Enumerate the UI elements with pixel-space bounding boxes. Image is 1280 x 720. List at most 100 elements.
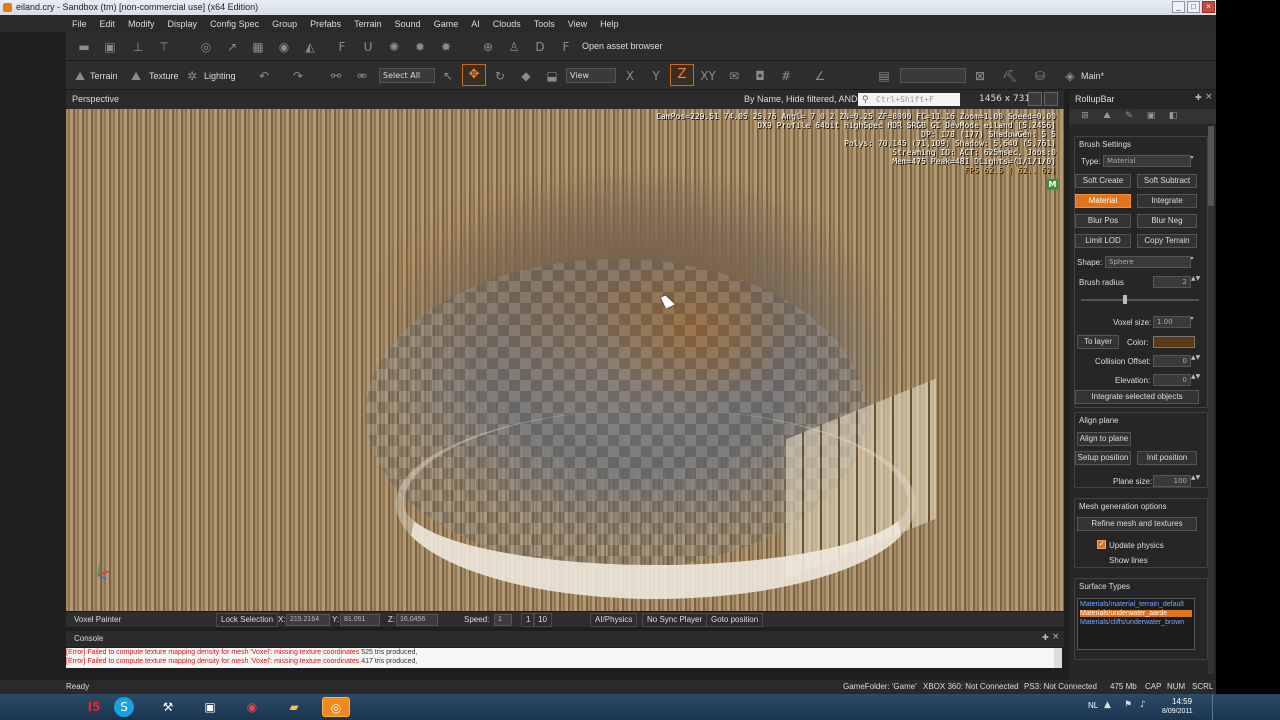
- type-select[interactable]: Material: [1103, 155, 1191, 167]
- console-pin-icon[interactable]: ✚: [1042, 633, 1049, 642]
- angle-icon[interactable]: ∠: [812, 69, 828, 83]
- menu-prefabs[interactable]: Prefabs: [310, 19, 341, 29]
- menu-ai[interactable]: AI: [471, 19, 480, 29]
- ai-physics-button[interactable]: AI/Physics: [590, 613, 638, 627]
- viewport-3d[interactable]: CamPos=229.51 74.05 25.76 Angl= 7 0 2 ZN…: [66, 109, 1064, 611]
- open-icon[interactable]: ▬: [76, 40, 92, 54]
- menu-tools[interactable]: Tools: [534, 19, 555, 29]
- grid-toggle-icon[interactable]: #: [778, 69, 794, 83]
- facial-editor-icon[interactable]: F: [558, 40, 574, 54]
- angle-snap-icon[interactable]: ◉: [276, 40, 292, 54]
- integrate-selected-objects-button[interactable]: Integrate selected objects: [1075, 390, 1199, 404]
- network-icon[interactable]: ⚑: [1124, 700, 1132, 710]
- minimize-button[interactable]: _: [1172, 1, 1185, 13]
- flowgraph-icon[interactable]: F: [334, 40, 350, 54]
- build-icon[interactable]: ⛏: [1002, 69, 1018, 83]
- blur-pos-button[interactable]: Blur Pos: [1075, 214, 1131, 228]
- y-coord-field[interactable]: 81.051: [340, 614, 380, 626]
- speed-field[interactable]: 1: [494, 614, 512, 626]
- shape-select[interactable]: Sphere: [1105, 256, 1191, 268]
- menu-display[interactable]: Display: [168, 19, 198, 29]
- console-scrollbar[interactable]: [1054, 648, 1062, 668]
- integrate-button[interactable]: Integrate: [1137, 194, 1197, 208]
- voxel-size-field[interactable]: 1.00: [1153, 316, 1191, 328]
- character-editor-icon[interactable]: ♙: [506, 40, 522, 54]
- menu-sound[interactable]: Sound: [395, 19, 421, 29]
- menu-config-spec[interactable]: Config Spec: [210, 19, 259, 29]
- menu-game[interactable]: Game: [434, 19, 459, 29]
- rollup-scrollbar[interactable]: [1208, 126, 1214, 674]
- chrome-icon[interactable]: ◉: [238, 697, 266, 717]
- menu-help[interactable]: Help: [600, 19, 619, 29]
- sandbox-app-icon[interactable]: ◎: [322, 697, 350, 717]
- menu-group[interactable]: Group: [272, 19, 297, 29]
- surface-types-list[interactable]: Materials/material_terrain_default Mater…: [1077, 598, 1195, 650]
- elevation-spinner-icon[interactable]: ▲▼: [1191, 374, 1200, 386]
- brush-radius-field[interactable]: 2: [1153, 276, 1191, 288]
- axis-x-icon[interactable]: X: [622, 69, 638, 83]
- brush-radius-slider-handle[interactable]: [1123, 295, 1127, 304]
- menu-terrain[interactable]: Terrain: [354, 19, 382, 29]
- select-icon[interactable]: ↖: [440, 69, 456, 83]
- language-indicator[interactable]: NL: [1088, 701, 1098, 710]
- init-position-button[interactable]: Init position: [1137, 451, 1197, 465]
- axis-z-icon[interactable]: Z: [670, 64, 694, 86]
- fullscreen-icon[interactable]: [1028, 92, 1042, 106]
- terrain-button[interactable]: Terrain: [90, 71, 118, 81]
- skype-icon[interactable]: S: [114, 697, 134, 717]
- to-layer-button[interactable]: To layer: [1077, 335, 1119, 349]
- material-button[interactable]: Material: [1075, 194, 1131, 208]
- particles-icon[interactable]: ✺: [386, 40, 402, 54]
- link-icon[interactable]: ⊥: [130, 40, 146, 54]
- collision-offset-field[interactable]: 0: [1153, 355, 1191, 367]
- no-sync-player-button[interactable]: No Sync Player: [642, 613, 708, 627]
- viewport-search-input[interactable]: ⚲ Ctrl+Shift+F: [858, 93, 960, 106]
- open-asset-browser-button[interactable]: Open asset browser: [582, 41, 663, 51]
- z-coord-field[interactable]: 16.0456: [396, 614, 438, 626]
- menu-edit[interactable]: Edit: [100, 19, 116, 29]
- brush-radius-slider[interactable]: [1081, 295, 1199, 304]
- explorer-icon[interactable]: ▰: [280, 697, 308, 717]
- texture-button[interactable]: Texture: [149, 71, 179, 81]
- lens-flare-icon[interactable]: ✸: [438, 40, 454, 54]
- rotate-icon[interactable]: ↻: [492, 69, 508, 83]
- undo-icon[interactable]: ↶: [256, 69, 272, 83]
- show-desktop-button[interactable]: [1212, 694, 1224, 720]
- unlink-icon[interactable]: ⊤: [156, 40, 172, 54]
- console-close-icon[interactable]: ×: [1052, 632, 1060, 642]
- color-swatch[interactable]: [1153, 336, 1195, 348]
- axis-xy-icon[interactable]: XY: [700, 69, 716, 83]
- move-icon[interactable]: ✥: [462, 64, 486, 86]
- menu-view[interactable]: View: [568, 19, 587, 29]
- tray-arrow-icon[interactable]: ▲: [1104, 700, 1111, 710]
- menu-clouds[interactable]: Clouds: [493, 19, 521, 29]
- scale-icon[interactable]: ◆: [518, 69, 534, 83]
- brush-radius-spinner-icon[interactable]: ▲▼: [1191, 276, 1200, 288]
- surface-type-item-selected[interactable]: Materials/underwater_aarde: [1080, 610, 1192, 617]
- start-logo-icon[interactable]: I5: [80, 697, 108, 717]
- axis-y-icon[interactable]: Y: [648, 69, 664, 83]
- collision-offset-spinner-icon[interactable]: ▲▼: [1191, 355, 1200, 367]
- maximize-button[interactable]: □: [1187, 1, 1200, 13]
- type-dropdown-icon[interactable]: ▾: [1189, 155, 1195, 167]
- terminal-icon[interactable]: ▣: [196, 697, 224, 717]
- show-lines-label[interactable]: Show lines: [1109, 556, 1148, 565]
- db-view-icon[interactable]: D: [532, 40, 548, 54]
- terrain-snap-icon[interactable]: ◭: [302, 40, 318, 54]
- lock-selection-button[interactable]: Lock Selection: [216, 613, 279, 627]
- export-icon[interactable]: ⛁: [1032, 69, 1048, 83]
- viewport-filter[interactable]: By Name, Hide filtered, AND: [744, 94, 858, 104]
- viewport-title[interactable]: Perspective: [72, 94, 119, 104]
- layer-dropdown[interactable]: [900, 68, 966, 83]
- surface-type-item[interactable]: Materials/cliffs/underwater_brown: [1080, 619, 1184, 626]
- update-physics-checkbox[interactable]: ✓: [1097, 540, 1106, 549]
- speed-10-button[interactable]: 10: [533, 613, 552, 627]
- menu-file[interactable]: File: [72, 19, 87, 29]
- copy-terrain-button[interactable]: Copy Terrain: [1137, 234, 1197, 248]
- terrain-align-icon[interactable]: ⬓: [544, 69, 560, 83]
- menu-modify[interactable]: Modify: [128, 19, 155, 29]
- align-to-plane-button[interactable]: Align to plane: [1077, 432, 1131, 446]
- rollup-pin-icon[interactable]: ✚: [1195, 93, 1202, 102]
- soft-subtract-button[interactable]: Soft Subtract: [1137, 174, 1197, 188]
- modeling-tab-icon[interactable]: ✎: [1119, 111, 1139, 122]
